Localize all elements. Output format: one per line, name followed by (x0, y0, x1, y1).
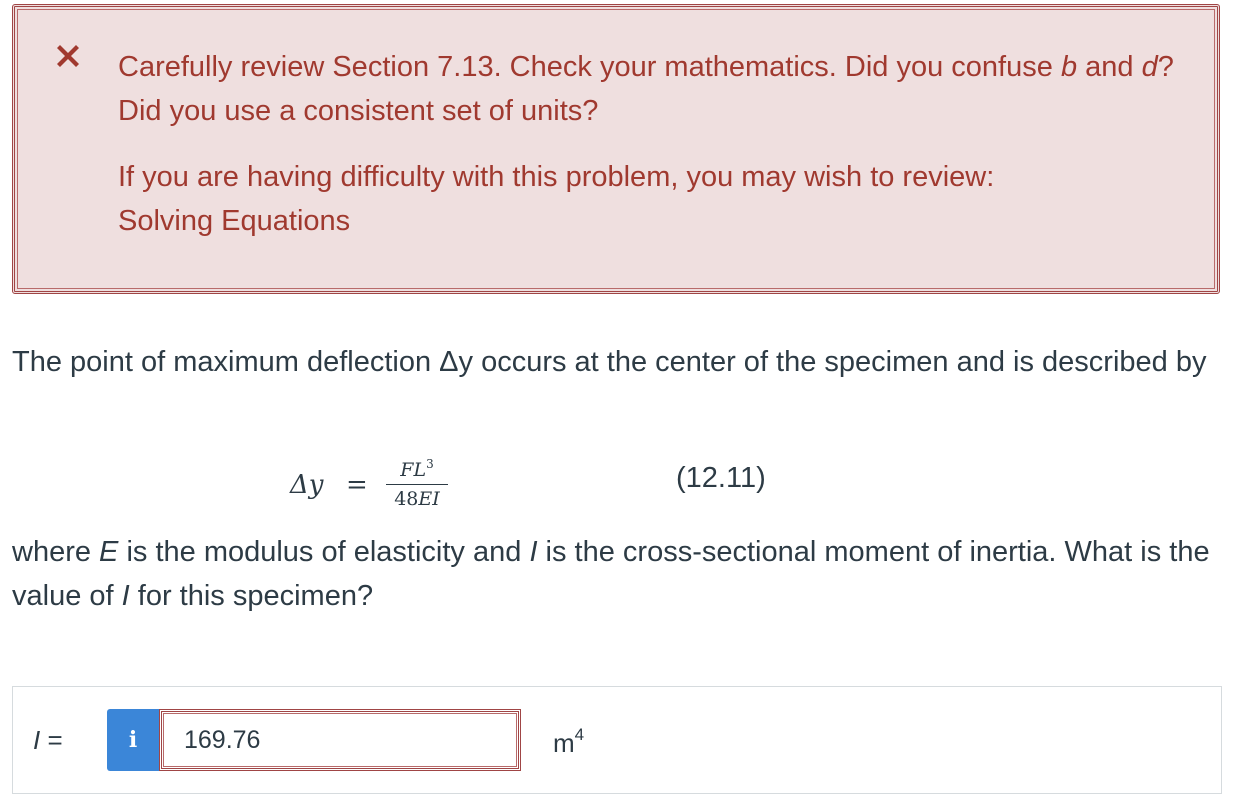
feedback-panel: Carefully review Section 7.13. Check you… (12, 4, 1220, 294)
answer-label: I = (33, 725, 63, 755)
feedback-message: Carefully review Section 7.13. Check you… (118, 51, 1174, 127)
answer-input[interactable] (159, 709, 521, 771)
problem-question: where E is the modulus of elasticity and… (12, 536, 1210, 612)
equation-equals: = (346, 470, 368, 500)
fraction-bar (386, 484, 448, 485)
equation-numerator: FL3 (400, 457, 434, 481)
equation-fraction: FL3 48EI (386, 452, 448, 510)
problem-intro: The point of maximum deflection Δy occur… (12, 346, 1207, 378)
close-icon (57, 45, 79, 67)
info-icon[interactable]: i (107, 709, 159, 771)
review-suggestion: If you are having difficulty with this p… (118, 155, 1178, 243)
equation-lhs: Δy (290, 470, 324, 500)
equation-number: (12.11) (676, 462, 766, 494)
review-link-solving-equations[interactable]: Solving Equations (118, 199, 1178, 243)
answer-unit: m4 (553, 725, 585, 758)
equation-denominator: 48EI (394, 488, 440, 510)
review-prompt: If you are having difficulty with this p… (118, 161, 995, 193)
answer-box: I = i m4 (12, 686, 1222, 794)
